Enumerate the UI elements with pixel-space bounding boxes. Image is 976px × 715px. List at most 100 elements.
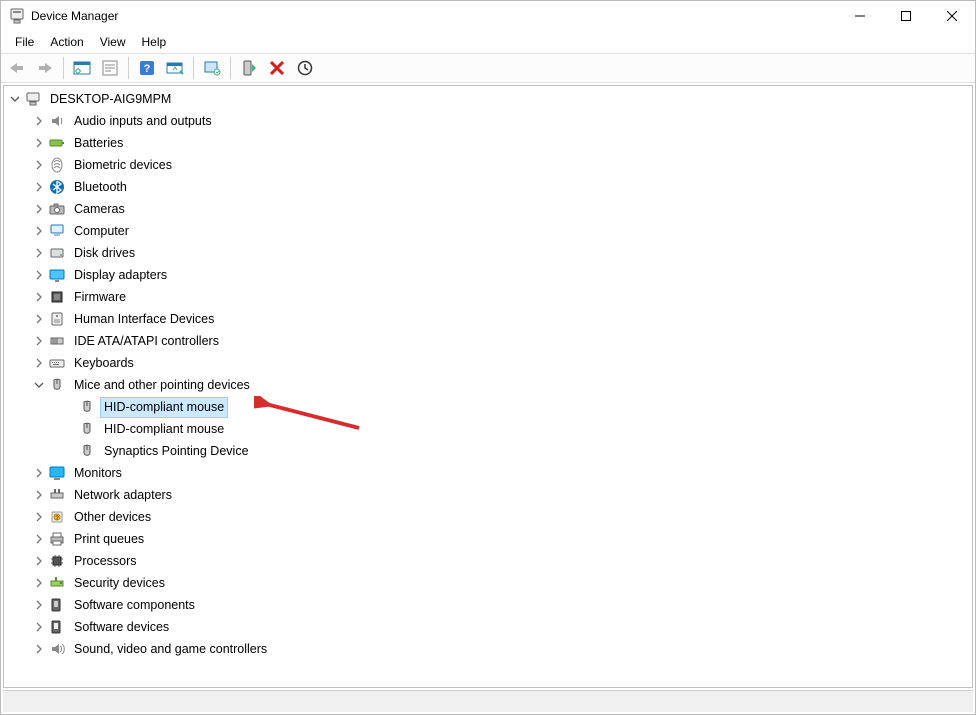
tree-category[interactable]: Keyboards (4, 352, 972, 374)
tree-device[interactable]: Synaptics Pointing Device (4, 440, 972, 462)
network-icon (48, 486, 66, 504)
tree-item-label: Keyboards (70, 353, 138, 374)
tree-category[interactable]: Cameras (4, 198, 972, 220)
chevron-right-icon[interactable] (32, 334, 46, 348)
keyboard-icon (48, 354, 66, 372)
uninstall-device-button[interactable] (264, 55, 290, 81)
menu-help[interactable]: Help (134, 33, 175, 51)
close-button[interactable] (929, 1, 975, 31)
disk-icon (48, 244, 66, 262)
tree-category[interactable]: Audio inputs and outputs (4, 110, 972, 132)
mouse-icon (78, 398, 96, 416)
tree-item-label: Disk drives (70, 243, 139, 264)
sound-icon (48, 640, 66, 658)
other-icon: ? (48, 508, 66, 526)
tree-category[interactable]: Mice and other pointing devices (4, 374, 972, 396)
device-manager-window: Device Manager File Action View Help (0, 0, 976, 715)
hid-icon (48, 310, 66, 328)
menu-file[interactable]: File (7, 33, 42, 51)
chevron-right-icon[interactable] (32, 114, 46, 128)
minimize-button[interactable] (837, 1, 883, 31)
forward-button[interactable] (32, 55, 58, 81)
display-icon (48, 266, 66, 284)
chevron-right-icon[interactable] (32, 246, 46, 260)
tree-item-label: Software devices (70, 617, 173, 638)
tree-category[interactable]: Print queues (4, 528, 972, 550)
properties-button[interactable] (69, 55, 95, 81)
tree-category[interactable]: Bluetooth (4, 176, 972, 198)
software-dev-icon (48, 618, 66, 636)
tree-category[interactable]: Processors (4, 550, 972, 572)
chevron-right-icon[interactable] (32, 180, 46, 194)
tree-category[interactable]: Disk drives (4, 242, 972, 264)
tree-item-label: Monitors (70, 463, 126, 484)
enable-device-button[interactable] (236, 55, 262, 81)
tree-category[interactable]: Firmware (4, 286, 972, 308)
tree-device[interactable]: HID-compliant mouse (4, 418, 972, 440)
chevron-right-icon[interactable] (32, 598, 46, 612)
chevron-right-icon[interactable] (32, 642, 46, 656)
tree-category[interactable]: Software devices (4, 616, 972, 638)
chevron-right-icon[interactable] (32, 510, 46, 524)
toolbar-separator (63, 57, 64, 79)
chevron-right-icon[interactable] (32, 466, 46, 480)
update-driver-button[interactable] (199, 55, 225, 81)
tree-root[interactable]: DESKTOP-AIG9MPM (4, 88, 972, 110)
titlebar: Device Manager (1, 1, 975, 31)
tree-device[interactable]: HID-compliant mouse (4, 396, 972, 418)
tree-category[interactable]: Human Interface Devices (4, 308, 972, 330)
menubar: File Action View Help (1, 31, 975, 53)
chevron-right-icon[interactable] (32, 202, 46, 216)
menu-action[interactable]: Action (42, 33, 91, 51)
tree-category[interactable]: IDE ATA/ATAPI controllers (4, 330, 972, 352)
chevron-right-icon[interactable] (32, 488, 46, 502)
tree-category[interactable]: Sound, video and game controllers (4, 638, 972, 660)
tree-item-label: Firmware (70, 287, 130, 308)
tree-item-label: Mice and other pointing devices (70, 375, 254, 396)
battery-icon (48, 134, 66, 152)
tree-item-label: Biometric devices (70, 155, 176, 176)
tree-category[interactable]: Network adapters (4, 484, 972, 506)
chevron-right-icon[interactable] (32, 576, 46, 590)
chevron-right-icon[interactable] (32, 356, 46, 370)
chevron-right-icon[interactable] (32, 312, 46, 326)
tree-category[interactable]: Security devices (4, 572, 972, 594)
scan-changes-button[interactable] (292, 55, 318, 81)
chevron-down-icon[interactable] (32, 378, 46, 392)
tree-category[interactable]: ?Other devices (4, 506, 972, 528)
device-tree[interactable]: DESKTOP-AIG9MPMAudio inputs and outputsB… (4, 86, 972, 687)
tree-category[interactable]: Biometric devices (4, 154, 972, 176)
chevron-right-icon[interactable] (32, 224, 46, 238)
maximize-button[interactable] (883, 1, 929, 31)
toolbar-separator (230, 57, 231, 79)
chevron-right-icon[interactable] (32, 620, 46, 634)
tree-category[interactable]: Software components (4, 594, 972, 616)
tree-category[interactable]: Monitors (4, 462, 972, 484)
tree-category[interactable]: Computer (4, 220, 972, 242)
ide-icon (48, 332, 66, 350)
biometric-icon (48, 156, 66, 174)
chevron-right-icon[interactable] (32, 554, 46, 568)
tree-item-label: Batteries (70, 133, 127, 154)
tree-item-label: Security devices (70, 573, 169, 594)
chevron-right-icon[interactable] (32, 268, 46, 282)
tree-item-label: Synaptics Pointing Device (100, 441, 253, 462)
chevron-down-icon[interactable] (8, 92, 22, 106)
menu-view[interactable]: View (92, 33, 134, 51)
tree-item-label: Human Interface Devices (70, 309, 218, 330)
properties-sheet-button[interactable] (97, 55, 123, 81)
toolbar-separator (128, 57, 129, 79)
chevron-right-icon[interactable] (32, 136, 46, 150)
tree-category[interactable]: Display adapters (4, 264, 972, 286)
chevron-right-icon[interactable] (32, 532, 46, 546)
scan-hardware-button[interactable] (162, 55, 188, 81)
tree-item-label: HID-compliant mouse (100, 397, 228, 418)
firmware-icon (48, 288, 66, 306)
chevron-right-icon[interactable] (32, 290, 46, 304)
tree-item-label: Bluetooth (70, 177, 131, 198)
help-button[interactable]: ? (134, 55, 160, 81)
bluetooth-icon (48, 178, 66, 196)
chevron-right-icon[interactable] (32, 158, 46, 172)
back-button[interactable] (4, 55, 30, 81)
tree-category[interactable]: Batteries (4, 132, 972, 154)
